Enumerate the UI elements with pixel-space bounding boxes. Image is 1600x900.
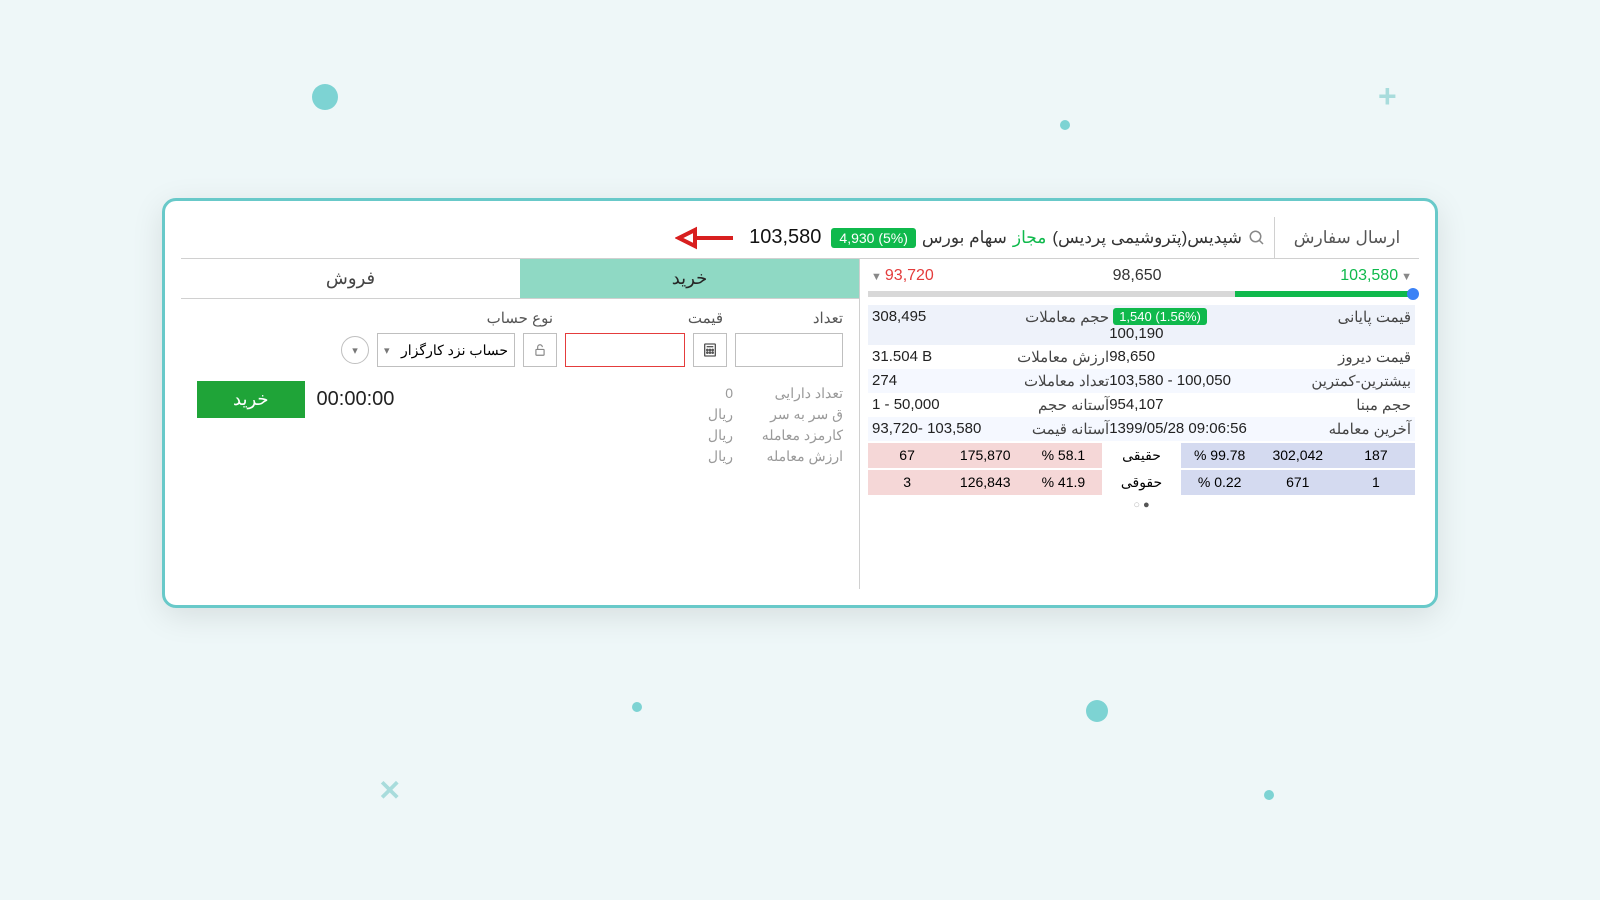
exchange-label: سهام بورس: [922, 228, 1007, 248]
stat-basevol: حجم مبنا 954,107 آستانه حجم 1 - 50,000: [868, 393, 1415, 417]
search-icon[interactable]: [1248, 229, 1266, 247]
break-even-value: ریال: [708, 406, 733, 423]
tab-sell[interactable]: فروش: [181, 259, 520, 299]
asset-count-label: تعداد دارایی: [743, 385, 843, 402]
price-mid: 98,650: [1113, 267, 1162, 285]
change-badge: 4,930 (5%): [831, 228, 915, 248]
order-panel: ارسال سفارش شپدیس(پتروشیمی پردیس) مجاز س…: [162, 198, 1438, 608]
topbar: ارسال سفارش شپدیس(پتروشیمی پردیس) مجاز س…: [181, 217, 1419, 259]
order-form-pane: خرید فروش تعداد قیمت نوع حساب: [181, 259, 859, 589]
fee-value: ریال: [708, 427, 733, 444]
quantity-input[interactable]: [735, 333, 843, 367]
trader-type-row-legal: 1 671 0.22 % حقوقی 41.9 % 126,843 3: [868, 470, 1415, 495]
stock-name[interactable]: شپدیس(پتروشیمی پردیس): [1052, 228, 1242, 248]
account-type-label: نوع حساب: [393, 309, 553, 327]
price-label: قیمت: [553, 309, 723, 327]
trade-value-label: ارزش معامله: [743, 448, 843, 465]
qty-label: تعداد: [723, 309, 843, 327]
tab-buy[interactable]: خرید: [520, 259, 859, 299]
top-price: 103,580: [749, 226, 821, 249]
stat-final-price: قیمت پایانی 1,540 (1.56%)100,190 حجم معا…: [868, 305, 1415, 345]
price-slider[interactable]: [868, 291, 1415, 297]
trade-value-value: ریال: [708, 448, 733, 465]
asset-count-value: 0: [725, 385, 733, 402]
price-low: 93,720▼: [868, 267, 934, 285]
unlock-icon: [533, 343, 547, 357]
arrow-icon: [675, 225, 735, 251]
stat-yesterday: قیمت دیروز 98,650 ارزش معاملات 31.504 B: [868, 345, 1415, 369]
account-select[interactable]: حساب نزد کارگزار ▾: [377, 333, 515, 367]
countdown-timer: 00:00:00: [317, 388, 395, 411]
lock-button[interactable]: [523, 333, 557, 367]
stat-highlow: بیشترین-کمترین 103,580 - 100,050 تعداد م…: [868, 369, 1415, 393]
chevron-down-icon: ▾: [352, 344, 358, 357]
stock-info-pane: ▼103,580 98,650 93,720▼ قیمت پایانی 1,54…: [859, 259, 1419, 589]
send-order-tab[interactable]: ارسال سفارش: [1274, 217, 1419, 258]
price-input[interactable]: [565, 333, 685, 367]
break-even-label: ق سر به سر: [743, 406, 843, 423]
buy-button[interactable]: خرید: [197, 381, 305, 418]
more-dropdown[interactable]: ▾: [341, 336, 369, 364]
stat-lasttrade: آخرین معامله 1399/05/28 09:06:56 آستانه …: [868, 417, 1415, 441]
fee-label: کارمزد معامله: [743, 427, 843, 444]
calculator-button[interactable]: [693, 333, 727, 367]
chevron-down-icon: ▾: [384, 344, 390, 357]
status-badge: مجاز: [1013, 228, 1046, 248]
trader-type-row-real: 187 302,042 99.78 % حقیقی 58.1 % 175,870…: [868, 443, 1415, 468]
calculator-icon: [702, 342, 718, 358]
pager-dots[interactable]: ● ○: [868, 499, 1415, 511]
stock-search-row: شپدیس(پتروشیمی پردیس) مجاز سهام بورس 4,9…: [181, 225, 1274, 251]
price-high: ▼103,580: [1340, 267, 1415, 285]
